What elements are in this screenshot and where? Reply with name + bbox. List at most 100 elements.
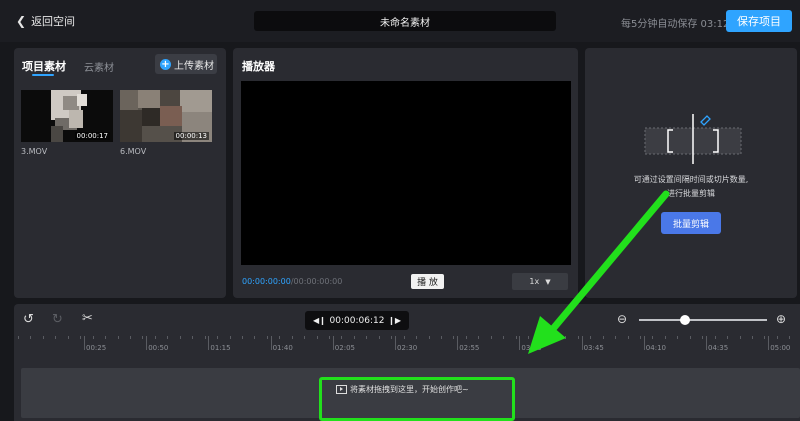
ruler-tick (229, 336, 231, 339)
ruler-major-tick (706, 336, 707, 350)
zoom-slider-track[interactable] (639, 319, 767, 321)
skip-forward-icon[interactable]: ❙▶ (388, 316, 401, 325)
ruler-label: 03:45 (583, 344, 604, 352)
upload-material-button[interactable]: + 上传素材 (155, 54, 217, 74)
ruler-tick (465, 336, 467, 339)
time-ruler[interactable]: 00:25 00:50 01:15 01:40 02:05 02:30 02:55 03:20… (14, 336, 800, 356)
ruler-label: 01:40 (272, 344, 293, 352)
ruler-tick (167, 336, 169, 339)
play-button[interactable]: 播 放 (411, 274, 444, 289)
ruler-tick (55, 336, 57, 339)
save-project-label: 保存项目 (737, 15, 781, 28)
ruler-tick (577, 336, 579, 339)
active-tab-indicator (32, 74, 54, 76)
ruler-tick (652, 336, 654, 339)
zoom-in-icon[interactable]: ⊕ (776, 312, 786, 326)
ruler-tick (142, 336, 144, 339)
ruler-tick (752, 336, 753, 339)
ruler-tick (714, 336, 716, 339)
ruler-major-tick (519, 336, 521, 350)
ruler-tick (366, 336, 368, 339)
ruler-tick (30, 336, 32, 339)
batch-edit-label: 批量剪辑 (672, 219, 709, 230)
speed-value: 1x (529, 277, 540, 286)
redo-icon[interactable]: ↻ (52, 312, 63, 327)
ruler-tick (677, 336, 679, 339)
ruler-major-tick (332, 336, 334, 350)
ruler-tick (515, 336, 517, 339)
ruler-tick (565, 336, 567, 339)
ruler-tick (92, 336, 94, 339)
video-preview (241, 81, 571, 265)
ruler-label: 02:30 (397, 344, 418, 352)
ruler-tick (341, 336, 343, 339)
ruler-label: 00:25 (86, 344, 107, 352)
batch-description-line: 进行批量剪辑 (667, 189, 715, 198)
ruler-tick (590, 336, 592, 339)
ruler-tick (490, 336, 492, 339)
ruler-tick (179, 336, 181, 339)
material-thumbnail[interactable]: 00:00:17 (21, 90, 113, 142)
ruler-tick (391, 336, 393, 339)
autosave-status: 每5分钟自动保存 03:12 (621, 19, 730, 30)
material-filename: 6.MOV (120, 147, 147, 156)
ruler-major-tick (581, 336, 583, 350)
highlight-box (319, 377, 515, 421)
ruler-tick (727, 336, 729, 339)
ruler-tick (627, 336, 629, 339)
ruler-tick (130, 336, 131, 339)
ruler-tick (42, 336, 44, 339)
timeline-time: 00:00:06:12 (329, 315, 385, 326)
ruler-tick (615, 336, 617, 339)
ruler-tick (428, 336, 430, 339)
ruler-tick (204, 336, 206, 339)
play-label: 播 放 (417, 278, 438, 288)
ruler-tick (416, 336, 418, 339)
ruler-tick (291, 336, 293, 339)
ruler-major-tick (84, 336, 85, 350)
ruler-tick (640, 336, 641, 339)
ruler-tick (304, 336, 306, 339)
caret-down-icon: ▼ (545, 277, 551, 286)
project-title: 未命名素材 (380, 17, 430, 29)
player-title: 播放器 (242, 60, 275, 73)
ruler-tick (217, 336, 218, 339)
ruler-major-tick (208, 336, 210, 350)
speed-select[interactable]: 1x ▼ (512, 273, 568, 290)
ruler-tick (80, 336, 82, 339)
ruler-tick (689, 336, 691, 339)
ruler-major-tick (643, 336, 645, 350)
project-title-field[interactable]: 未命名素材 (254, 11, 556, 31)
back-button[interactable]: ❮ 返回空间 (16, 13, 75, 29)
ruler-tick (776, 336, 778, 339)
upload-label: 上传素材 (174, 60, 214, 72)
batch-edit-button[interactable]: 批量剪辑 (661, 212, 721, 234)
undo-icon[interactable]: ↺ (23, 312, 34, 327)
tab-cloud-materials[interactable]: 云素材 (84, 59, 114, 74)
batch-description-line: 可通过设置间隔时间或切片数量, (633, 175, 749, 184)
skip-back-icon[interactable]: ◀❙ (313, 316, 326, 325)
ruler-tick (266, 336, 268, 339)
current-time: 00:00:00:00 (242, 277, 291, 286)
zoom-slider-handle[interactable] (680, 315, 690, 325)
ruler-tick (739, 336, 741, 339)
ruler-tick (316, 336, 318, 339)
ruler-tick (192, 336, 194, 339)
material-thumbnail[interactable]: 00:00:13 (120, 90, 212, 142)
ruler-tick (702, 336, 704, 339)
save-project-button[interactable]: 保存项目 (726, 10, 792, 32)
batch-edit-description: 可通过设置间隔时间或切片数量, 进行批量剪辑 (599, 173, 783, 201)
ruler-tick (441, 336, 442, 339)
ruler-tick (67, 336, 69, 339)
tab-project-materials[interactable]: 项目素材 (22, 58, 66, 74)
total-time: /00:00:00:00 (290, 277, 343, 286)
ruler-tick (279, 336, 281, 339)
scissors-icon[interactable]: ✂ (82, 311, 93, 326)
ruler-tick (540, 336, 542, 339)
ruler-major-tick (768, 336, 770, 350)
ruler-major-tick (457, 336, 459, 350)
zoom-out-icon[interactable]: ⊖ (617, 312, 627, 326)
ruler-tick (764, 336, 766, 339)
back-label: 返回空间 (31, 15, 76, 28)
ruler-label: 03:20 (521, 344, 542, 352)
